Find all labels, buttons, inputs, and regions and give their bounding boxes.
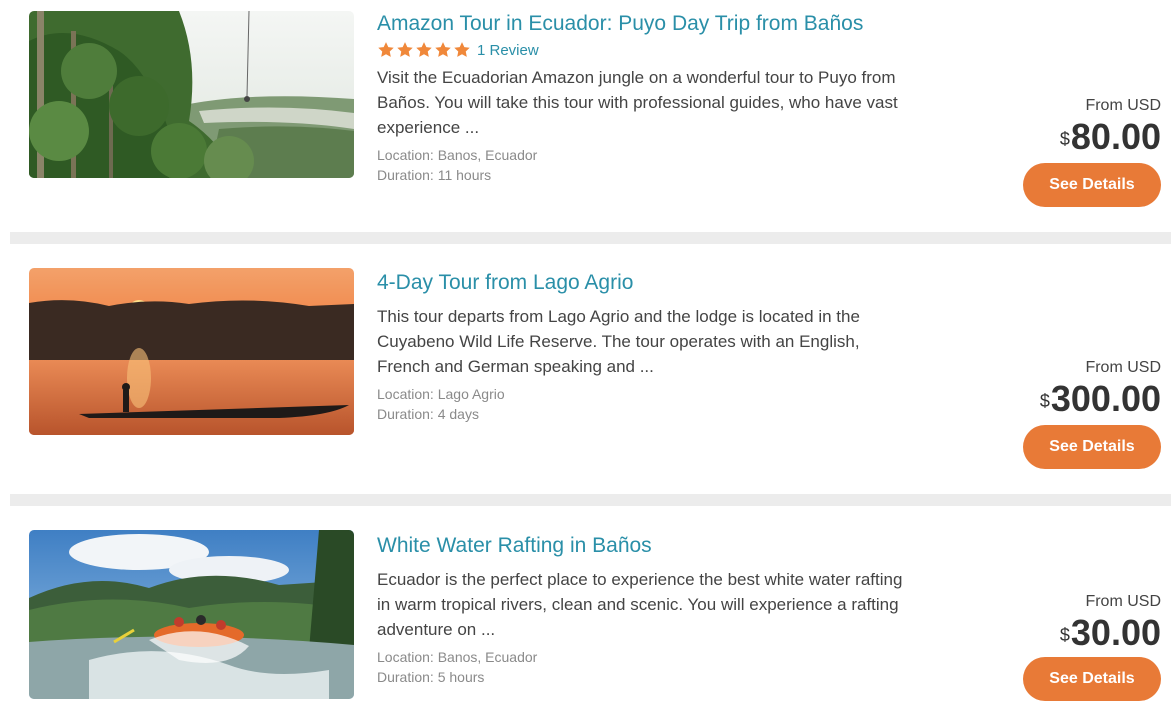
currency-symbol: $ [1059, 129, 1070, 149]
price-amount: 30.00 [1070, 612, 1161, 653]
tour-image-rafting[interactable] [29, 530, 354, 699]
tour-duration: Duration: 5 hours [377, 669, 485, 685]
price-box: From USD $80.00 See Details [1023, 96, 1161, 207]
star-rating [377, 41, 472, 59]
tour-title[interactable]: White Water Rafting in Baños [377, 532, 907, 560]
tour-description: This tour departs from Lago Agrio and th… [377, 307, 860, 376]
tour-meta: Location: Banos, Ecuador Duration: 11 ho… [377, 145, 907, 185]
see-details-button[interactable]: See Details [1023, 425, 1161, 469]
see-details-button[interactable]: See Details [1023, 657, 1161, 701]
price-amount: 80.00 [1070, 116, 1161, 157]
see-details-button[interactable]: See Details [1023, 163, 1161, 207]
separator [10, 232, 1171, 244]
star-icon [454, 42, 470, 57]
currency-symbol: $ [1039, 391, 1050, 411]
tour-duration: Duration: 4 days [377, 406, 479, 422]
price-prefix: From USD [1085, 593, 1161, 610]
price-value: $80.00 [1023, 117, 1161, 157]
tour-info: 4-Day Tour from Lago Agrio This tour dep… [377, 269, 907, 424]
tour-description: Visit the Ecuadorian Amazon jungle on a … [377, 68, 898, 137]
currency-symbol: $ [1059, 625, 1070, 645]
separator [10, 494, 1171, 506]
price-box: From USD $300.00 See Details [1023, 358, 1161, 469]
tour-location: Location: Banos, Ecuador [377, 649, 538, 665]
tour-info: Amazon Tour in Ecuador: Puyo Day Trip fr… [377, 10, 907, 185]
price-value: $30.00 [1023, 613, 1161, 653]
price-box: From USD $30.00 See Details [1023, 592, 1161, 701]
price-amount: 300.00 [1050, 378, 1161, 419]
tour-card: Amazon Tour in Ecuador: Puyo Day Trip fr… [0, 0, 1171, 232]
rating: 1 Review [377, 39, 907, 61]
tour-card: White Water Rafting in Baños Ecuador is … [0, 506, 1171, 699]
star-icon [435, 42, 451, 57]
tour-card: 4-Day Tour from Lago Agrio This tour dep… [0, 244, 1171, 494]
tour-location: Location: Banos, Ecuador [377, 147, 538, 163]
tour-title[interactable]: 4-Day Tour from Lago Agrio [377, 269, 907, 297]
star-icon [378, 42, 394, 57]
price-prefix: From USD [1085, 359, 1161, 376]
price-value: $300.00 [1023, 379, 1161, 419]
tour-info: White Water Rafting in Baños Ecuador is … [377, 532, 907, 687]
tour-image-sunset-canoe[interactable] [29, 268, 354, 435]
tour-location: Location: Lago Agrio [377, 386, 505, 402]
tour-description: Ecuador is the perfect place to experien… [377, 570, 903, 639]
star-icon [397, 42, 413, 57]
tour-meta: Location: Lago Agrio Duration: 4 days [377, 384, 907, 424]
review-count-link[interactable]: 1 Review [477, 42, 539, 59]
price-prefix: From USD [1085, 97, 1161, 114]
tour-title[interactable]: Amazon Tour in Ecuador: Puyo Day Trip fr… [377, 10, 907, 38]
tour-duration: Duration: 11 hours [377, 167, 492, 183]
tour-meta: Location: Banos, Ecuador Duration: 5 hou… [377, 647, 907, 687]
star-icon [416, 42, 432, 57]
tour-image-jungle[interactable] [29, 11, 354, 178]
